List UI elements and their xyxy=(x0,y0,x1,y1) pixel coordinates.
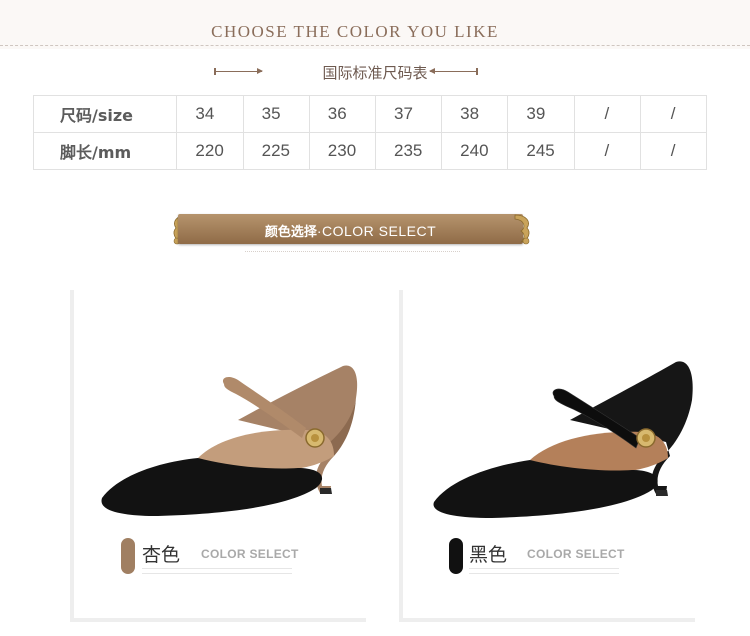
size-table: 尺码/size 34 35 36 37 38 39 / / 脚长/mm 220 … xyxy=(32,95,708,170)
table-row: 脚长/mm 220 225 230 235 240 245 / / xyxy=(32,132,708,170)
size-chart-title: 国际标准尺码表 xyxy=(322,64,428,82)
table-cell: 34 xyxy=(176,95,244,133)
row-label-size: 尺码/size xyxy=(32,95,178,133)
table-cell: 230 xyxy=(308,132,376,170)
header-divider xyxy=(0,45,750,46)
decorative-lines xyxy=(469,564,619,578)
black-shoe-image xyxy=(433,361,693,518)
color-select-banner: 颜色选择·COLOR SELECT xyxy=(178,214,523,244)
banner-title-cn: 颜色选择 xyxy=(264,225,317,240)
color-caption: COLOR SELECT xyxy=(527,547,625,561)
apricot-swatch xyxy=(121,538,135,574)
row-label-foot-length: 脚长/mm xyxy=(32,132,178,170)
table-cell: 220 xyxy=(176,132,244,170)
ornament-right-icon xyxy=(514,214,530,245)
table-cell: 240 xyxy=(441,132,509,170)
table-cell: 37 xyxy=(374,95,443,133)
table-cell: 35 xyxy=(242,95,310,133)
apricot-shoe-image xyxy=(101,365,358,516)
table-cell: 225 xyxy=(242,132,310,170)
table-cell: / xyxy=(573,95,641,133)
table-cell: 235 xyxy=(374,132,443,170)
table-cell: 39 xyxy=(507,95,575,133)
color-name-black: 黑色 xyxy=(469,544,508,566)
table-cell: 245 xyxy=(507,132,575,170)
table-cell: / xyxy=(639,132,708,170)
table-cell: 36 xyxy=(308,95,376,133)
table-row: 尺码/size 34 35 36 37 38 39 / / xyxy=(32,95,708,133)
color-name-apricot: 杏色 xyxy=(142,544,181,566)
arrow-left-icon xyxy=(429,68,478,75)
decorative-lines xyxy=(142,564,292,578)
page-title: CHOOSE THE COLOR YOU LIKE xyxy=(211,22,499,41)
color-caption: COLOR SELECT xyxy=(201,547,299,561)
banner-title-en: ·COLOR SELECT xyxy=(316,223,437,239)
table-cell: / xyxy=(573,132,641,170)
banner-divider xyxy=(245,251,460,257)
table-cell: / xyxy=(639,95,708,133)
table-cell: 38 xyxy=(441,95,509,133)
black-swatch xyxy=(449,538,463,574)
